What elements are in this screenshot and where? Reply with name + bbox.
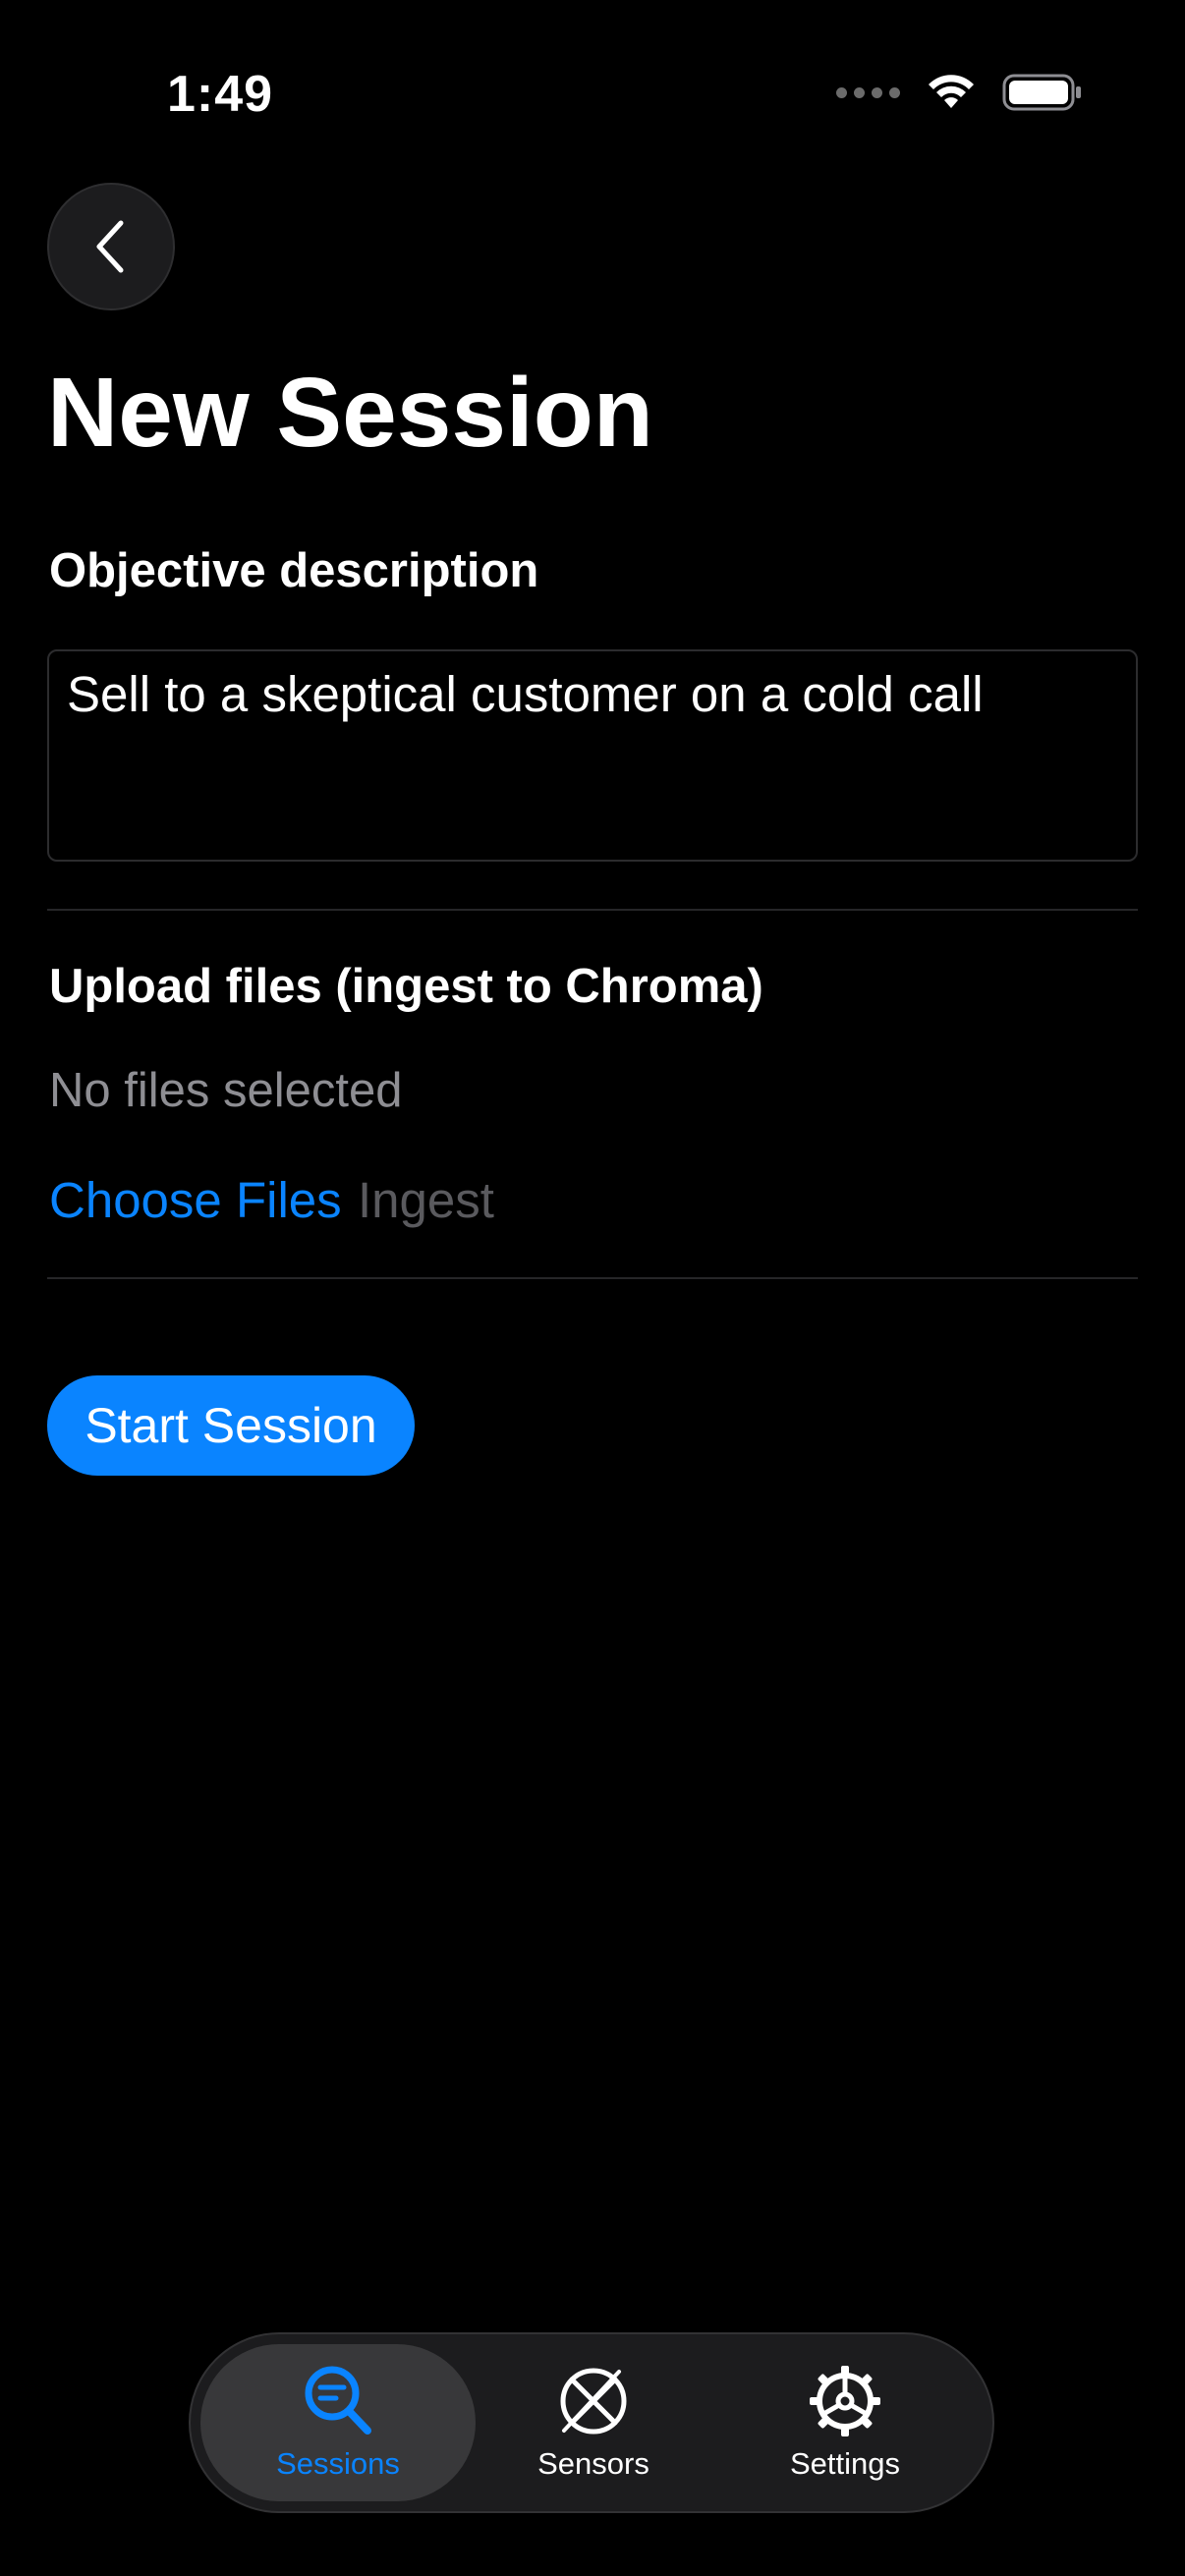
ingest-button[interactable]: Ingest (358, 1171, 494, 1229)
divider (47, 909, 1138, 911)
battery-icon (1002, 74, 1081, 111)
tab-settings-label: Settings (789, 2446, 900, 2481)
divider (47, 1277, 1138, 1279)
choose-files-button[interactable]: Choose Files (49, 1171, 342, 1229)
objective-text-value: Sell to a skeptical customer on a cold c… (67, 666, 984, 722)
objective-label: Objective description (49, 544, 539, 597)
tab-bar: Sessions Sensors Settings (189, 2332, 994, 2513)
start-session-label: Start Session (85, 1398, 377, 1453)
tab-sessions[interactable]: Sessions (200, 2344, 476, 2501)
upload-label: Upload files (ingest to Chroma) (49, 960, 763, 1013)
tab-sensors[interactable]: Sensors (456, 2344, 731, 2501)
objective-text-area[interactable]: Sell to a skeptical customer on a cold c… (47, 649, 1138, 862)
start-session-button[interactable]: Start Session (47, 1375, 415, 1476)
tab-sensors-label: Sensors (537, 2446, 649, 2481)
page-title: New Session (47, 358, 653, 468)
tab-settings[interactable]: Settings (707, 2344, 983, 2501)
file-status-text: No files selected (49, 1064, 403, 1117)
chevron-left-icon (96, 220, 124, 273)
sensors-icon (560, 2368, 627, 2435)
tab-sessions-label: Sessions (276, 2446, 400, 2481)
gear-icon (810, 2366, 880, 2436)
cellular-signal-icon (836, 86, 900, 98)
wifi-icon (929, 75, 974, 108)
back-button[interactable] (47, 183, 175, 310)
status-icons (836, 73, 1083, 112)
status-time: 1:49 (167, 66, 274, 123)
search-list-icon (305, 2366, 371, 2435)
